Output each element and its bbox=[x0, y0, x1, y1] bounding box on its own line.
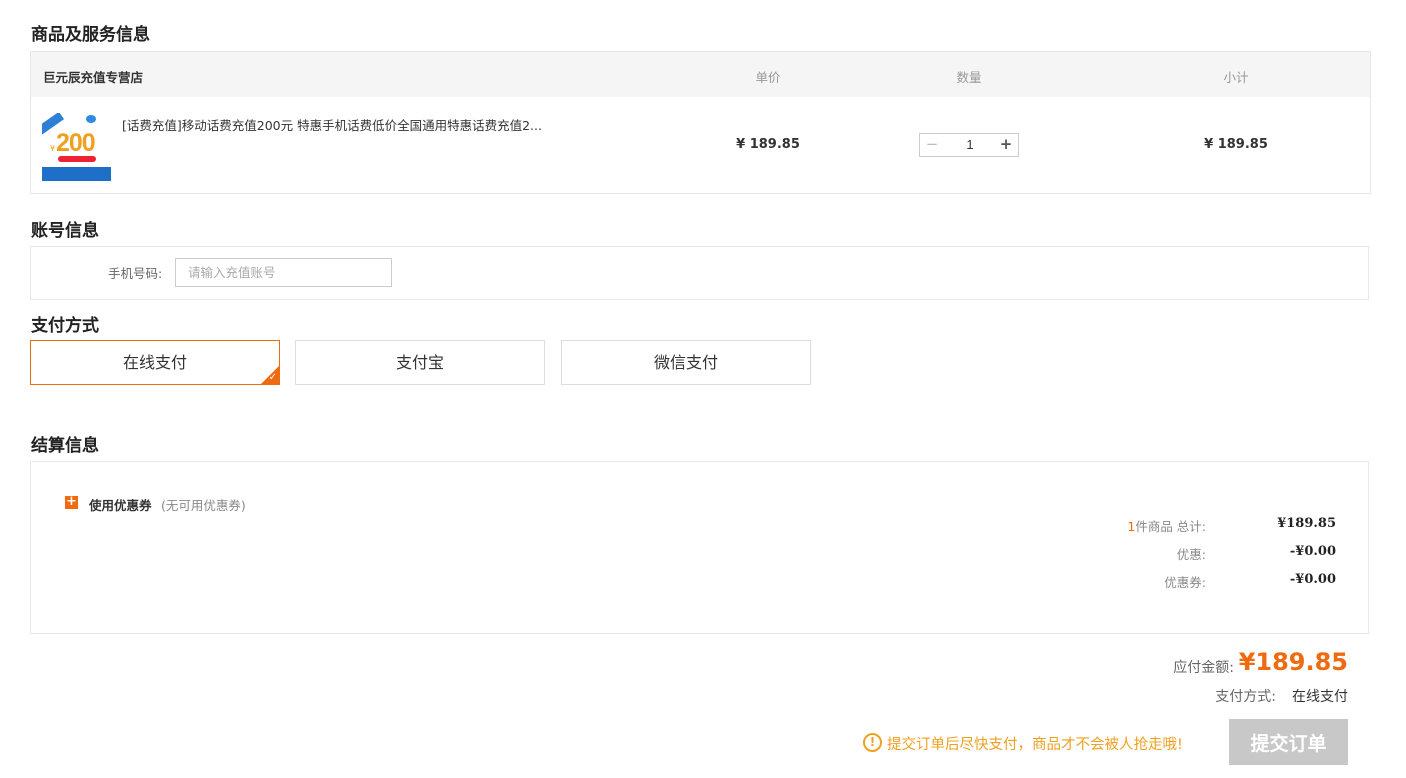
amount-due-label: 应付金额: bbox=[1173, 660, 1234, 676]
product-row: ¥ 200 [话费充值]移动话费充值200元 特惠手机话费低价全国通用特惠话费充… bbox=[31, 97, 1370, 193]
pay-option-wechat[interactable]: 微信支付 bbox=[561, 340, 811, 385]
store-name[interactable]: 巨元辰充值专营店 bbox=[43, 67, 143, 86]
payment-section-title: 支付方式 bbox=[31, 316, 99, 336]
settle-section-title: 结算信息 bbox=[31, 436, 99, 456]
col-unit-price: 单价 bbox=[755, 70, 781, 85]
thumb-red-tag bbox=[58, 156, 96, 162]
quantity-plus-button[interactable]: + bbox=[994, 134, 1018, 156]
goods-section-title: 商品及服务信息 bbox=[31, 25, 150, 45]
paymode-value: 在线支付 bbox=[1292, 689, 1348, 705]
col-quantity: 数量 bbox=[956, 70, 982, 85]
quantity-input[interactable] bbox=[944, 134, 996, 156]
phone-label: 手机号码: bbox=[108, 266, 163, 281]
unit-price: ¥ 189.85 bbox=[736, 137, 800, 152]
product-title[interactable]: [话费充值]移动话费充值200元 特惠手机话费低价全国通用特惠话费充值2... bbox=[122, 115, 542, 134]
thumb-bottom-bar bbox=[42, 167, 111, 181]
coupon-sum-value: -¥0.00 bbox=[1289, 572, 1336, 587]
pay-option-alipay[interactable]: 支付宝 bbox=[295, 340, 545, 385]
carrier-logo-icon bbox=[86, 115, 96, 123]
warning-icon: ! bbox=[863, 733, 882, 752]
submit-order-button[interactable]: 提交订单 bbox=[1229, 719, 1348, 765]
check-icon: ✓ bbox=[268, 372, 277, 383]
thumb-amount: 200 bbox=[56, 129, 96, 157]
phone-input[interactable] bbox=[175, 258, 392, 287]
discount-label: 优惠: bbox=[1176, 547, 1206, 562]
product-thumbnail[interactable]: ¥ 200 bbox=[42, 113, 111, 181]
coupon-label[interactable]: 使用优惠券 bbox=[89, 495, 152, 514]
thumb-yen: ¥ bbox=[50, 144, 56, 153]
total-label-text: 件商品 总计: bbox=[1135, 519, 1206, 534]
coupon-note: (无可用优惠券) bbox=[161, 498, 246, 513]
pay-option-alipay-label: 支付宝 bbox=[395, 353, 444, 372]
amount-due-value: ¥189.85 bbox=[1238, 648, 1348, 676]
coupon-expand-icon[interactable]: + bbox=[65, 495, 78, 509]
settle-box: + 使用优惠券 (无可用优惠券) 1件商品 总计: ¥189.85 优惠: -¥… bbox=[30, 461, 1369, 634]
quantity-minus-button[interactable]: − bbox=[920, 134, 944, 156]
account-section-title: 账号信息 bbox=[31, 221, 99, 241]
pay-option-wechat-label: 微信支付 bbox=[653, 353, 718, 372]
pay-option-online[interactable]: 在线支付 ✓ bbox=[30, 340, 280, 385]
pay-option-online-label: 在线支付 bbox=[122, 353, 187, 372]
discount-value: -¥0.00 bbox=[1289, 544, 1336, 559]
total-value: ¥189.85 bbox=[1277, 516, 1336, 531]
quantity-stepper: − + bbox=[919, 133, 1019, 157]
warning-text: 提交订单后尽快支付，商品才不会被人抢走哦! bbox=[887, 737, 1183, 753]
product-table-header: 巨元辰充值专营店 单价 数量 小计 bbox=[31, 52, 1370, 97]
subtotal-price: ¥ 189.85 bbox=[1204, 137, 1268, 152]
col-subtotal: 小计 bbox=[1223, 70, 1249, 85]
product-table: 巨元辰充值专营店 单价 数量 小计 ¥ 200 [话费充值]移动话费充值200元… bbox=[30, 51, 1371, 194]
account-box: 手机号码: bbox=[30, 246, 1369, 300]
paymode-label: 支付方式: bbox=[1215, 689, 1276, 705]
coupon-sum-label: 优惠券: bbox=[1164, 575, 1206, 590]
total-label: 1件商品 总计: bbox=[1127, 516, 1206, 535]
